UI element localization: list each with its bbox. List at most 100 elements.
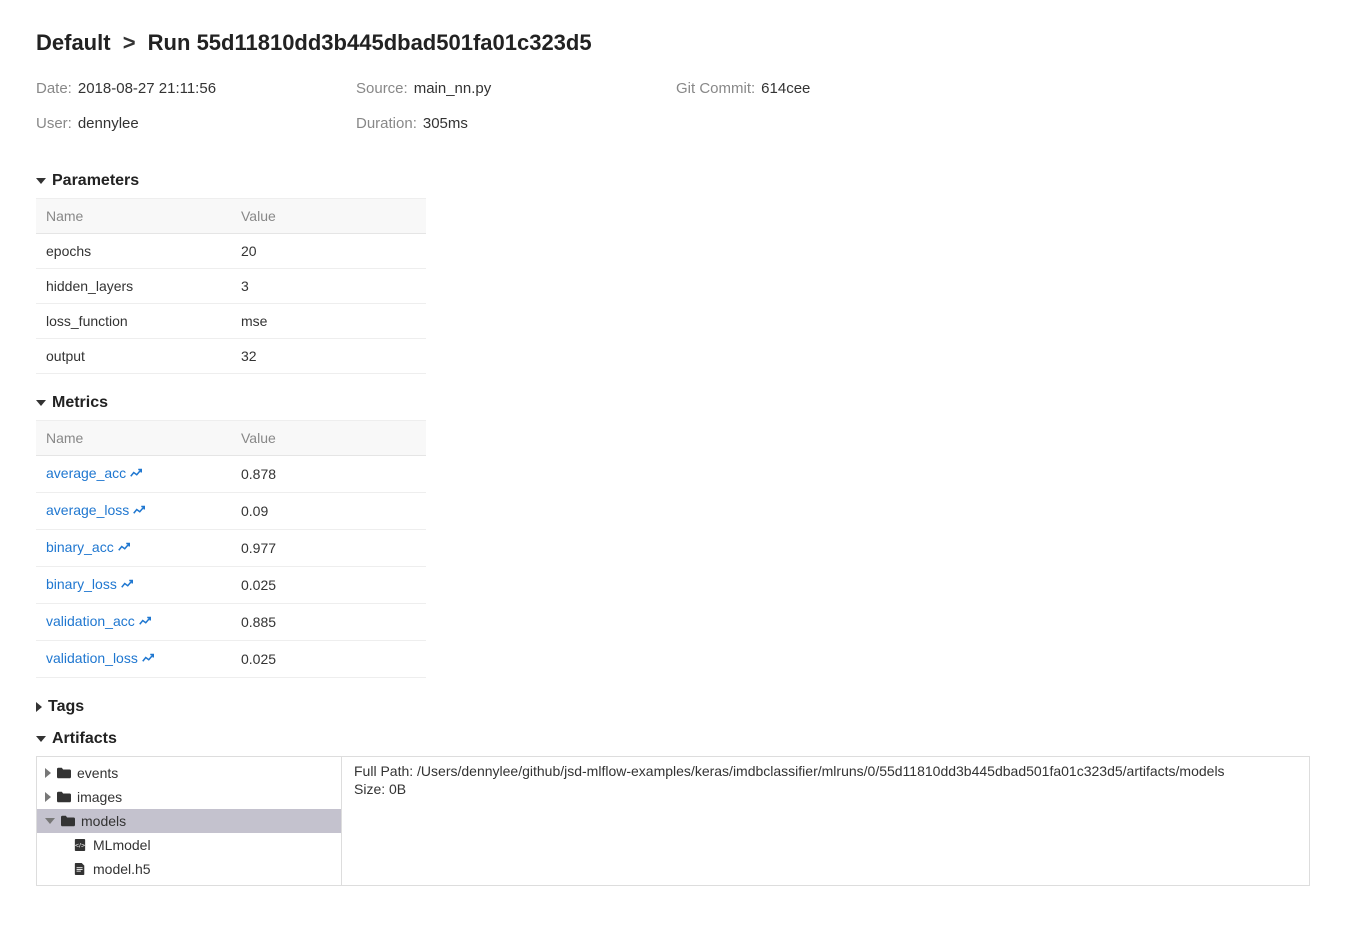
metric-link[interactable]: binary_acc: [46, 539, 114, 555]
artifact-size-value: 0B: [389, 781, 406, 797]
tree-node-label: models: [81, 811, 126, 831]
metric-value: 0.025: [231, 641, 426, 678]
chart-icon[interactable]: [142, 652, 154, 668]
artifact-details: Full Path: /Users/dennylee/github/jsd-ml…: [342, 757, 1309, 885]
tree-file[interactable]: model.h5: [37, 857, 341, 881]
metric-link[interactable]: validation_loss: [46, 650, 138, 666]
section-artifacts-label: Artifacts: [52, 730, 117, 748]
folder-icon: [57, 791, 71, 803]
metric-link[interactable]: average_loss: [46, 502, 129, 518]
param-name: output: [36, 339, 231, 374]
run-meta: Date: 2018-08-27 21:11:56 Source: main_n…: [36, 80, 1310, 142]
meta-git: Git Commit: 614cee: [676, 80, 996, 97]
meta-source: Source: main_nn.py: [356, 80, 676, 97]
meta-duration-value: 305ms: [423, 115, 468, 132]
folder-icon: [57, 767, 71, 779]
meta-date: Date: 2018-08-27 21:11:56: [36, 80, 356, 97]
caret-down-icon: [36, 736, 46, 742]
parameters-col-name: Name: [36, 199, 231, 234]
meta-duration-label: Duration:: [356, 115, 417, 132]
chart-icon[interactable]: [130, 467, 142, 483]
metrics-col-value: Value: [231, 421, 426, 456]
meta-duration: Duration: 305ms: [356, 115, 676, 132]
breadcrumb-run-prefix: Run: [148, 30, 191, 55]
table-row: validation_loss 0.025: [36, 641, 426, 678]
meta-source-value: main_nn.py: [414, 80, 492, 97]
metrics-col-name: Name: [36, 421, 231, 456]
meta-git-label: Git Commit:: [676, 80, 755, 97]
metric-value: 0.025: [231, 567, 426, 604]
section-parameters-label: Parameters: [52, 172, 139, 190]
caret-right-icon: [45, 768, 51, 778]
section-tags-toggle[interactable]: Tags: [36, 698, 1310, 716]
table-row: binary_acc 0.977: [36, 530, 426, 567]
code-file-icon: </>: [73, 839, 87, 851]
caret-down-icon: [36, 400, 46, 406]
doc-file-icon: [73, 863, 87, 875]
table-row: loss_functionmse: [36, 304, 426, 339]
chart-icon[interactable]: [139, 615, 151, 631]
tree-node-label: events: [77, 763, 118, 783]
param-name: epochs: [36, 234, 231, 269]
meta-date-label: Date:: [36, 80, 72, 97]
tree-file[interactable]: </> MLmodel: [37, 833, 341, 857]
meta-user: User: dennylee: [36, 115, 356, 132]
chart-icon[interactable]: [121, 578, 133, 594]
caret-down-icon: [36, 178, 46, 184]
parameters-table: Name Value epochs20hidden_layers3loss_fu…: [36, 198, 426, 374]
metrics-table: Name Value average_acc 0.878 average_loss 0…: [36, 420, 426, 678]
param-value: mse: [231, 304, 426, 339]
meta-user-label: User:: [36, 115, 72, 132]
tree-folder[interactable]: models: [37, 809, 341, 833]
metric-link[interactable]: average_acc: [46, 465, 126, 481]
chart-icon[interactable]: [118, 541, 130, 557]
param-name: hidden_layers: [36, 269, 231, 304]
caret-right-icon: [45, 792, 51, 802]
chart-icon[interactable]: [133, 504, 145, 520]
param-value: 3: [231, 269, 426, 304]
meta-date-value: 2018-08-27 21:11:56: [78, 80, 216, 97]
metric-value: 0.977: [231, 530, 426, 567]
table-row: average_loss 0.09: [36, 493, 426, 530]
artifact-fullpath-value: /Users/dennylee/github/jsd-mlflow-exampl…: [417, 763, 1225, 779]
table-row: average_acc 0.878: [36, 456, 426, 493]
breadcrumb: Default > Run 55d11810dd3b445dbad501fa01…: [36, 30, 1310, 56]
param-value: 32: [231, 339, 426, 374]
table-row: output32: [36, 339, 426, 374]
meta-git-value: 614cee: [761, 80, 810, 97]
svg-text:</>: </>: [75, 843, 85, 850]
breadcrumb-separator: >: [123, 30, 136, 55]
breadcrumb-root[interactable]: Default: [36, 30, 111, 55]
tree-node-label: images: [77, 787, 122, 807]
artifact-size-label: Size:: [354, 781, 385, 797]
caret-right-icon: [36, 702, 42, 712]
artifact-fullpath-label: Full Path:: [354, 763, 413, 779]
metric-link[interactable]: binary_loss: [46, 576, 117, 592]
table-row: binary_loss 0.025: [36, 567, 426, 604]
breadcrumb-run-id: 55d11810dd3b445dbad501fa01c323d5: [197, 30, 592, 55]
table-row: validation_acc 0.885: [36, 604, 426, 641]
section-metrics-label: Metrics: [52, 394, 108, 412]
section-parameters-toggle[interactable]: Parameters: [36, 172, 1310, 190]
metric-value: 0.878: [231, 456, 426, 493]
metric-value: 0.09: [231, 493, 426, 530]
parameters-col-value: Value: [231, 199, 426, 234]
tree-folder[interactable]: events: [37, 761, 341, 785]
tree-folder[interactable]: images: [37, 785, 341, 809]
tree-node-label: model.h5: [93, 859, 151, 879]
section-metrics-toggle[interactable]: Metrics: [36, 394, 1310, 412]
tree-node-label: MLmodel: [93, 835, 151, 855]
metric-link[interactable]: validation_acc: [46, 613, 135, 629]
metric-value: 0.885: [231, 604, 426, 641]
meta-user-value: dennylee: [78, 115, 139, 132]
section-tags-label: Tags: [48, 698, 84, 716]
param-value: 20: [231, 234, 426, 269]
meta-source-label: Source:: [356, 80, 408, 97]
caret-down-icon: [45, 818, 55, 824]
folder-icon: [61, 815, 75, 827]
param-name: loss_function: [36, 304, 231, 339]
table-row: hidden_layers3: [36, 269, 426, 304]
artifacts-pane: events images models </> MLmodel model.h5 Ful…: [36, 756, 1310, 886]
table-row: epochs20: [36, 234, 426, 269]
section-artifacts-toggle[interactable]: Artifacts: [36, 730, 1310, 748]
